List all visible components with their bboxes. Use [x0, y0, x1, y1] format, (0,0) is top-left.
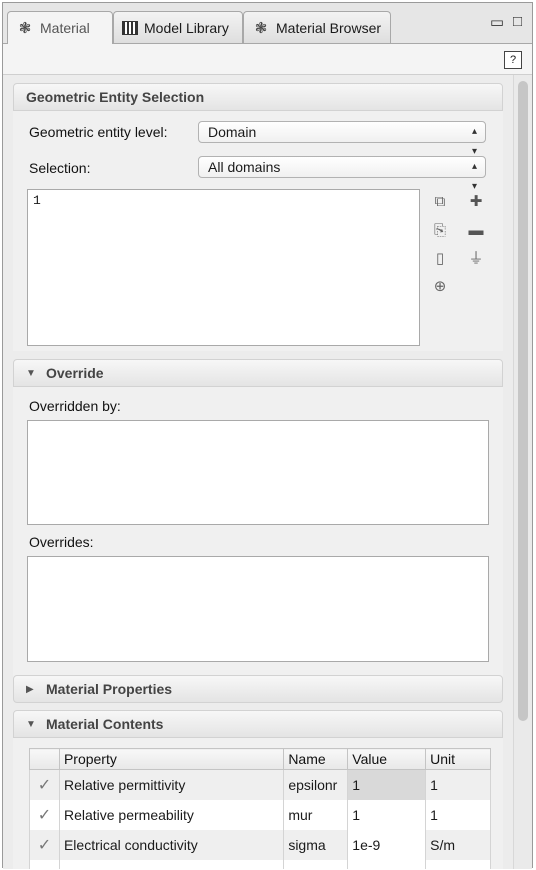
- selection-select[interactable]: All domains ▴ ▾: [198, 156, 486, 192]
- minimize-icon[interactable]: ▭: [490, 13, 504, 31]
- scrollbar-thumb[interactable]: [518, 81, 528, 721]
- table-header-row: Property Name Value Unit: [29, 748, 491, 770]
- add-icon[interactable]: ✚: [466, 192, 486, 212]
- property-cell: Relative permeability: [58, 799, 285, 830]
- column-header-value[interactable]: Value: [347, 748, 427, 770]
- overridden-by-label: Overridden by:: [29, 398, 121, 414]
- material-icon: ❃: [18, 20, 32, 37]
- updown-arrow-icon: ▴ ▾: [471, 161, 477, 192]
- selection-list[interactable]: 1: [27, 189, 420, 346]
- override-header[interactable]: ▼ Override: [13, 359, 503, 387]
- paste-selection-icon[interactable]: ▯: [430, 249, 450, 269]
- maximize-icon[interactable]: □: [513, 13, 522, 30]
- overrides-label: Overrides:: [29, 534, 94, 550]
- value-cell[interactable]: 1: [347, 769, 427, 800]
- select-value: All domains: [208, 159, 281, 175]
- tab-label: Model Library: [144, 19, 229, 36]
- settings-content: Geometric Entity Selection Geometric ent…: [3, 75, 513, 869]
- table-row[interactable]: ✓ Electrical conductivity sigma 1e-9 S/m: [29, 829, 491, 860]
- section-title: Geometric Entity Selection: [26, 89, 205, 105]
- name-cell: sigma: [283, 829, 349, 860]
- property-cell: Relative permittivity: [58, 769, 285, 800]
- tab-material-browser[interactable]: ❃ Material Browser: [243, 11, 391, 43]
- expanded-triangle-icon: ▼: [26, 367, 36, 379]
- geometric-entity-level-label: Geometric entity level:: [29, 124, 168, 140]
- column-header-property[interactable]: Property: [58, 748, 285, 770]
- unit-cell: 1: [425, 769, 491, 800]
- zoom-to-selection-icon[interactable]: ⊕: [430, 277, 450, 297]
- geometric-entity-selection-header[interactable]: Geometric Entity Selection: [13, 83, 503, 111]
- material-contents-table: Property Name Value Unit ✓ Relative perm…: [29, 748, 491, 869]
- name-cell: epsilonr: [283, 769, 349, 800]
- unit-cell: S/m: [425, 829, 491, 860]
- list-item[interactable]: 1: [28, 190, 419, 211]
- table-row-empty: [29, 859, 491, 869]
- checkmark-icon: ✓: [29, 829, 60, 860]
- column-header-unit[interactable]: Unit: [425, 748, 491, 770]
- collapsed-triangle-icon: ▶: [26, 683, 34, 695]
- selection-label: Selection:: [29, 160, 91, 176]
- material-settings-window: ❃ Material Model Library ❃ Material Brow…: [2, 2, 533, 869]
- tab-bar: ❃ Material Model Library ❃ Material Brow…: [3, 3, 532, 44]
- section-title: Material Contents: [46, 716, 164, 732]
- table-row[interactable]: ✓ Relative permeability mur 1 1: [29, 799, 491, 830]
- material-contents-header[interactable]: ▼ Material Contents: [13, 710, 503, 738]
- tab-label: Material Browser: [276, 19, 382, 36]
- select-value: Domain: [208, 124, 257, 140]
- help-icon[interactable]: ?: [504, 51, 522, 69]
- select-box-icon[interactable]: ⧉: [430, 192, 450, 212]
- overrides-list[interactable]: [27, 556, 489, 662]
- toolbar: ?: [3, 43, 532, 75]
- value-cell[interactable]: 1e-9: [347, 829, 427, 860]
- copy-selection-icon[interactable]: ⎘: [430, 221, 450, 241]
- checkmark-icon: ✓: [29, 769, 60, 800]
- remove-icon[interactable]: ▬: [466, 221, 486, 241]
- column-header-check: [29, 748, 60, 770]
- name-cell: mur: [283, 799, 349, 830]
- column-header-name[interactable]: Name: [283, 748, 349, 770]
- section-title: Override: [46, 365, 104, 381]
- unit-cell: 1: [425, 799, 491, 830]
- property-cell: Electrical conductivity: [58, 829, 285, 860]
- material-properties-header[interactable]: ▶ Material Properties: [13, 675, 503, 703]
- section-title: Material Properties: [46, 681, 173, 697]
- vertical-scrollbar[interactable]: [513, 75, 532, 869]
- expanded-triangle-icon: ▼: [26, 718, 36, 730]
- table-row[interactable]: ✓ Relative permittivity epsilonr 1 1: [29, 769, 491, 800]
- clear-selection-icon[interactable]: ⏚: [466, 249, 486, 269]
- value-cell[interactable]: 1: [347, 799, 427, 830]
- geometric-entity-level-select[interactable]: Domain ▴ ▾: [198, 121, 486, 157]
- library-icon: [122, 20, 138, 35]
- overridden-by-list[interactable]: [27, 420, 489, 525]
- tab-model-library[interactable]: Model Library: [113, 11, 243, 43]
- material-icon: ❃: [254, 19, 268, 37]
- checkmark-icon: ✓: [29, 799, 60, 830]
- tab-label: Material: [40, 20, 90, 36]
- tab-material[interactable]: ❃ Material: [7, 11, 113, 44]
